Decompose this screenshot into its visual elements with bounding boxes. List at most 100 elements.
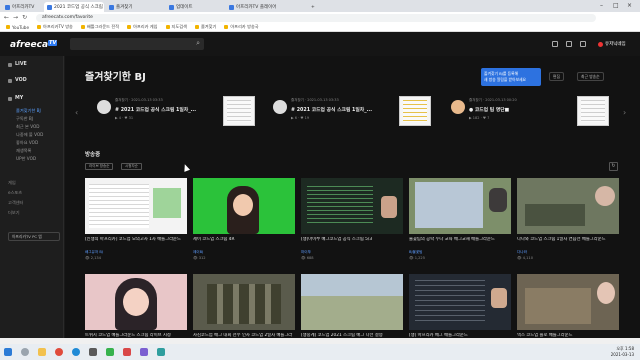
sidebar-item-later-vod[interactable]: 나중에 볼 VOD [16,132,43,138]
video-thumbnail[interactable] [409,178,511,234]
bookmarks-bar: YouTube 아프리카TV 방송 배틀그라운드 전적 아프리카 게임 지도검색… [0,23,640,32]
video-card[interactable]: [인생의 아프리카] 코드업 모의고사 1차 배틀그라운드 배그유저 BJ 👁 … [85,178,187,260]
video-thumbnail[interactable] [517,178,619,234]
video-thumbnail[interactable] [409,274,511,330]
search-icon[interactable] [21,348,29,356]
site-header: afreecaTV ⌕ 유저닉네임 [0,32,640,56]
edge-icon[interactable] [72,348,80,356]
post-thumbnail[interactable] [223,96,255,126]
folder-icon [6,25,10,29]
video-card[interactable]: [생]마이쭈 배그코드업 공식 스크림 5/3 마이쭈 👁 688 [301,178,403,260]
app-icon[interactable] [106,348,114,356]
video-thumbnail[interactable] [301,178,403,234]
sidebar-item-esports[interactable]: e스포츠 [8,190,22,196]
video-card[interactable]: 다나와 코드업 스크림 1일차 연습전 배틀그라운드 다나와 👁 4,110 [517,178,619,260]
post-thumbnail[interactable] [577,96,609,126]
sidebar-item-more[interactable]: 더보기 [8,210,20,216]
bj-avatar [97,100,111,114]
bookmark-item[interactable]: 아프리카 게임 [127,24,158,30]
browser-tab[interactable]: 즐겨찾기 [106,2,164,12]
carousel-prev-icon[interactable]: ‹ [75,108,78,117]
carousel-next-icon[interactable]: › [623,108,626,117]
store-icon[interactable] [89,348,97,356]
tab-favicon-icon [169,4,174,10]
sidebar-item-game[interactable]: 게임 [8,180,16,186]
sidebar: LIVE VOD MY 즐겨찾기한 BJ 구독한 BJ 최근 본 VOD 나중에… [0,56,64,344]
vod-icon [8,78,12,83]
system-clock[interactable]: 오후 1:58 2021-03-13 [611,346,634,357]
bookmark-item[interactable]: 아프리카 방송국 [224,24,259,30]
sidebar-item-playlist[interactable]: 재생목록 [16,148,31,154]
tab-favicon-icon [229,4,234,10]
windows-start-icon[interactable] [4,348,12,356]
notification-icon[interactable] [580,41,586,47]
message-icon[interactable] [566,41,572,47]
app-icon[interactable] [157,348,165,356]
video-thumbnail[interactable] [85,274,187,330]
bookmark-item[interactable]: 즐겨찾기 [194,24,216,30]
forward-icon[interactable]: → [13,14,18,21]
browser-titlebar: 아프리카TV 2021 코드업 공식 스크림× 즐겨찾기 업데이트 아프리카TV… [0,0,640,12]
minimize-icon[interactable]: – [600,2,603,9]
video-thumbnail[interactable] [301,274,403,330]
bookmark-item[interactable]: 배틀그라운드 전적 [80,24,119,30]
favorite-card[interactable]: 즐겨찾기 · 2021-03-13 03:33 # 2021 코드업 공식 스크… [263,96,431,132]
video-card[interactable]: 불꽃팀의 공략 누나 교육 배그교재 배틀그라운드 BJ불꽃팀 👁 1,225 [409,178,511,260]
favorite-card[interactable]: 즐겨찾기 · 2021-03-13 00:20 ● 코드업 팀 명단■ ▶ 18… [441,96,609,132]
broadcast-icon[interactable] [552,41,558,47]
video-card[interactable]: 제이 코드업 스크림 4R 제이BJ 👁 312 [193,178,295,260]
bj-avatar [273,100,287,114]
folder-icon [165,25,170,29]
sidebar-item-liked-vod[interactable]: 좋아요 VOD [16,140,38,146]
folder-icon [37,25,42,29]
user-avatar-icon [598,41,603,47]
url-input[interactable]: afreecatv.com/favorite [36,13,596,22]
chrome-icon[interactable] [55,348,63,356]
browser-tab-active[interactable]: 2021 코드업 공식 스크림× [44,2,104,12]
filter-viewer-order[interactable]: 시청자순 [121,163,142,170]
browser-tab[interactable]: 업데이트 [166,2,224,12]
edit-button[interactable]: 편집 [549,72,564,81]
video-thumbnail[interactable] [193,274,295,330]
browser-tab[interactable]: 아프리카TV 플레이어 [226,2,306,12]
search-icon[interactable]: ⌕ [196,39,200,48]
sidebar-my[interactable]: MY [8,96,23,101]
sidebar-vod[interactable]: VOD [8,78,27,83]
video-thumbnail[interactable] [85,178,187,234]
post-thumbnail[interactable] [399,96,431,126]
sidebar-item-uploaded[interactable]: UP한 VOD [16,156,36,162]
pc-app-button[interactable]: 아프리카TV PC 앱 [8,232,60,241]
refresh-icon[interactable]: ↻ [609,162,618,171]
favorite-card[interactable]: 즐겨찾기 · 2021-03-13 03:33 # 2021 코드업 공식 스크… [87,96,255,132]
new-tab[interactable]: + [308,2,320,12]
app-icon[interactable] [123,348,131,356]
info-tooltip: 즐겨찾기 BJ를 등록해 새 방송 알림을 받아보세요 [481,68,541,86]
tab-favicon-icon [5,4,10,10]
sort-dropdown[interactable]: 최근 방송순 [577,72,604,81]
user-menu[interactable]: 유저닉네임 [598,41,626,47]
address-bar: ← → ↻ afreecatv.com/favorite [0,12,640,23]
bookmark-item[interactable]: 지도검색 [165,24,187,30]
close-window-icon[interactable]: × [627,2,632,9]
bookmark-item[interactable]: 아프리카TV 방송 [37,24,73,30]
back-icon[interactable]: ← [4,14,9,21]
bj-avatar [451,100,465,114]
taskbar: 오후 1:58 2021-03-13 [0,344,640,360]
reload-icon[interactable]: ↻ [22,14,27,21]
sidebar-item-subscribed[interactable]: 구독한 BJ [16,116,33,122]
sidebar-item-recent-vod[interactable]: 최근 본 VOD [16,124,40,130]
browser-tab[interactable]: 아프리카TV [2,2,42,12]
afreecatv-logo[interactable]: afreecaTV [10,40,58,50]
filter-live-order[interactable]: 라이브 방송순 [85,163,114,170]
video-thumbnail[interactable] [517,274,619,330]
file-explorer-icon[interactable] [38,348,46,356]
sidebar-item-favorite-bj[interactable]: 즐겨찾기한 BJ [16,108,41,114]
video-thumbnail[interactable] [193,178,295,234]
search-input[interactable]: ⌕ [70,38,204,50]
bookmark-item[interactable]: YouTube [6,25,29,30]
app-icon[interactable] [140,348,148,356]
maximize-icon[interactable]: □ [613,2,619,9]
sidebar-live[interactable]: LIVE [8,62,27,67]
tab-favicon-icon [109,4,114,10]
sidebar-item-support[interactable]: 고객센터 [8,200,23,206]
